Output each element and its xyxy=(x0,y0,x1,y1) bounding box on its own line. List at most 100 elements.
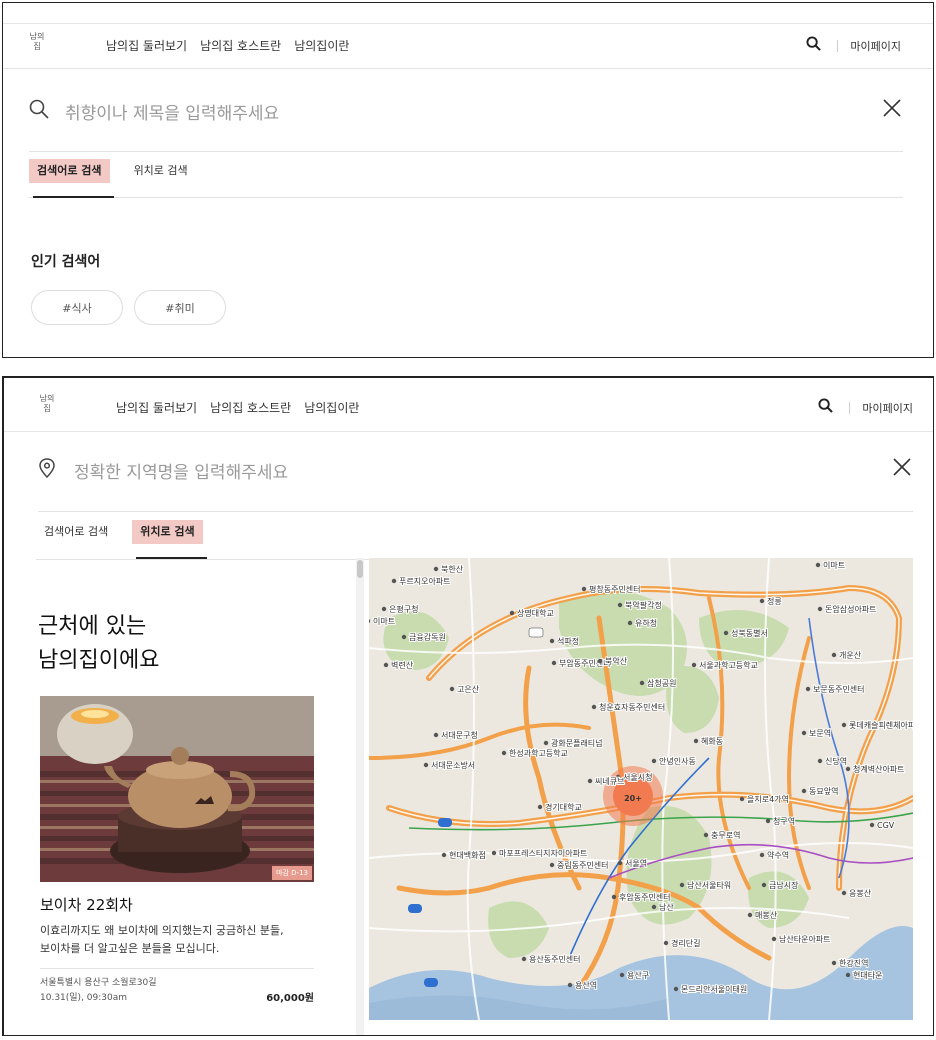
map-poi-marker xyxy=(801,730,807,736)
map-place-label: 서대문구청 xyxy=(441,731,478,740)
map-poi-marker xyxy=(581,586,587,592)
map-place-label: 한강진역 xyxy=(839,958,868,968)
map-place-label: 서울역 xyxy=(625,858,647,868)
map-poi-marker xyxy=(679,882,685,888)
mypage-link[interactable]: 마이페이지 xyxy=(850,38,901,54)
map-place-label: 이마트 xyxy=(373,616,395,626)
keyword-chip[interactable]: #취미 xyxy=(134,290,226,325)
close-icon[interactable] xyxy=(883,99,901,121)
cluster-count[interactable]: 20+ xyxy=(624,794,642,803)
map-poi-marker xyxy=(501,750,507,756)
map-poi-marker xyxy=(611,894,617,900)
map-place-label: 후암동주민센터 xyxy=(619,892,671,902)
map-place-label: 광화문플래티넘 xyxy=(551,738,603,748)
site-logo[interactable]: 남의 집 xyxy=(26,32,48,52)
map-place-label: 북악팔각정 xyxy=(625,600,662,610)
map-place-label: 청계벽산아파트 xyxy=(853,764,905,774)
map-poi-marker xyxy=(759,852,765,858)
search-icon[interactable] xyxy=(818,398,834,417)
map-place-label: 서대문소방서 xyxy=(431,760,475,770)
map-place-label: 보문동주민센터 xyxy=(813,684,865,694)
map-poi-marker xyxy=(845,766,851,772)
location-search-panel: 남의 집 남의집 둘러보기 남의집 호스트란 남의집이란 마이페이지 정확한 지… xyxy=(2,376,934,1036)
nav-about[interactable]: 남의집이란 xyxy=(304,399,359,416)
map-poi-marker xyxy=(509,610,515,616)
map-poi-marker xyxy=(627,620,633,626)
map-place-label: 유하청 xyxy=(635,618,657,628)
map-place-label: 용산동주민센터 xyxy=(529,954,581,964)
nav-about[interactable]: 남의집이란 xyxy=(294,37,349,54)
header-divider xyxy=(849,401,851,414)
tab-keyword-search[interactable]: 검색어로 검색 xyxy=(36,520,116,544)
map-poi-marker xyxy=(841,890,847,896)
item-address: 서울특별시 용산구 소월로30길 xyxy=(40,978,157,988)
map-place-label: 매봉산 xyxy=(755,910,778,920)
location-search-bar[interactable]: 정확한 지역명을 입력해주세요 xyxy=(38,450,913,512)
site-header: 남의 집 남의집 둘러보기 남의집 호스트란 남의집이란 마이페이지 xyxy=(3,23,933,69)
map-place-label: 남산타운아파트 xyxy=(779,934,831,944)
item-datetime: 10.31(일), 09:30am xyxy=(40,993,128,1003)
results-scrollbar[interactable] xyxy=(356,558,364,1035)
nav-browse[interactable]: 남의집 둘러보기 xyxy=(106,37,187,54)
map-poi-marker xyxy=(591,704,597,710)
logo-line-1: 남의 xyxy=(29,32,45,41)
item-description: 이효리까지도 왜 보이차에 의지했는지 궁금하신 분들, 보이차를 더 알고싶은… xyxy=(40,922,330,958)
map-place-label: 개운산 xyxy=(839,650,862,660)
map-place-label: 고은산 xyxy=(457,684,480,694)
map-view[interactable]: 20+ 북한산 푸르지오아파트 은평구청 이마트 금융감독원 벽련산 고은산 서대문구청 서대문… xyxy=(369,558,913,1020)
tab-location-search[interactable]: 위치로 검색 xyxy=(132,520,208,559)
nearby-title-line-1: 근처에 있는 xyxy=(38,614,147,639)
map-place-label: 금융감독원 xyxy=(409,632,446,642)
map-place-label: 마포프레스티지자이아파트 xyxy=(499,848,587,858)
location-search-input[interactable]: 정확한 지역명을 입력해주세요 xyxy=(74,458,288,483)
tab-location-search[interactable]: 위치로 검색 xyxy=(126,159,196,183)
map-place-label: 동묘앞역 xyxy=(809,786,838,796)
map-poi-marker xyxy=(383,662,389,668)
item-photo[interactable]: 마감 D-13 xyxy=(40,696,314,882)
search-mode-tabs: 검색어로 검색 위치로 검색 xyxy=(29,159,903,198)
site-logo[interactable]: 남의 집 xyxy=(36,394,58,414)
mypage-link[interactable]: 마이페이지 xyxy=(862,400,913,416)
map-place-label: 돈암삼성아파트 xyxy=(825,604,877,614)
map-poi-marker xyxy=(805,686,811,692)
map-place-label: 충무로역 xyxy=(711,830,740,840)
nav-host[interactable]: 남의집 호스트란 xyxy=(200,37,281,54)
map-poi-marker xyxy=(597,658,603,664)
header-actions: 마이페이지 xyxy=(806,36,901,55)
main-nav: 남의집 둘러보기 남의집 호스트란 남의집이란 xyxy=(106,37,349,54)
map-place-label: 롯데캐슬피렌체아파트 xyxy=(849,720,913,730)
map-poi-marker xyxy=(543,740,549,746)
logo-line-1: 남의 xyxy=(39,394,55,403)
search-icon[interactable] xyxy=(806,36,822,55)
map-poi-marker xyxy=(765,818,771,824)
header-actions: 마이페이지 xyxy=(818,398,913,417)
map-place-label: 성북동별서 xyxy=(731,628,768,638)
map-poi-marker xyxy=(817,758,823,764)
keyword-chip[interactable]: #식사 xyxy=(31,290,123,325)
keyword-search-bar[interactable]: 취향이나 제목을 입력해주세요 xyxy=(29,91,903,152)
keyword-search-input[interactable]: 취향이나 제목을 입력해주세요 xyxy=(65,99,279,124)
map-place-label: 씨네큐브 xyxy=(595,777,624,786)
nav-browse[interactable]: 남의집 둘러보기 xyxy=(116,399,197,416)
map-canvas[interactable]: 20+ 북한산푸르지오아파트은평구청이마트금융감독원벽련산고은산서대문구청서대문… xyxy=(369,558,913,1020)
map-place-label: 정릉 xyxy=(767,596,782,606)
header-divider xyxy=(837,39,839,52)
item-desc-line-1: 이효리까지도 왜 보이차에 의지했는지 궁금하신 분들, xyxy=(40,924,284,937)
map-poi-marker xyxy=(651,904,657,910)
map-place-label: 푸르지오아파트 xyxy=(399,576,451,586)
map-poi-marker xyxy=(537,804,543,810)
tab-keyword-search[interactable]: 검색어로 검색 xyxy=(29,159,114,198)
map-place-label: 경기대학교 xyxy=(545,802,582,812)
map-poi-marker xyxy=(703,832,709,838)
nav-host[interactable]: 남의집 호스트란 xyxy=(210,399,291,416)
item-title[interactable]: 보이차 22회차 xyxy=(40,894,133,915)
scrollbar-thumb[interactable] xyxy=(357,560,363,578)
map-place-label: 혜화동 xyxy=(701,737,723,746)
map-poi-marker xyxy=(433,732,439,738)
map-poi-marker xyxy=(815,562,821,568)
map-poi-marker xyxy=(747,912,753,918)
close-icon[interactable] xyxy=(893,458,911,480)
map-poi-marker xyxy=(401,634,407,640)
map-place-label: 청구역 xyxy=(773,816,795,826)
map-poi-marker xyxy=(801,788,807,794)
